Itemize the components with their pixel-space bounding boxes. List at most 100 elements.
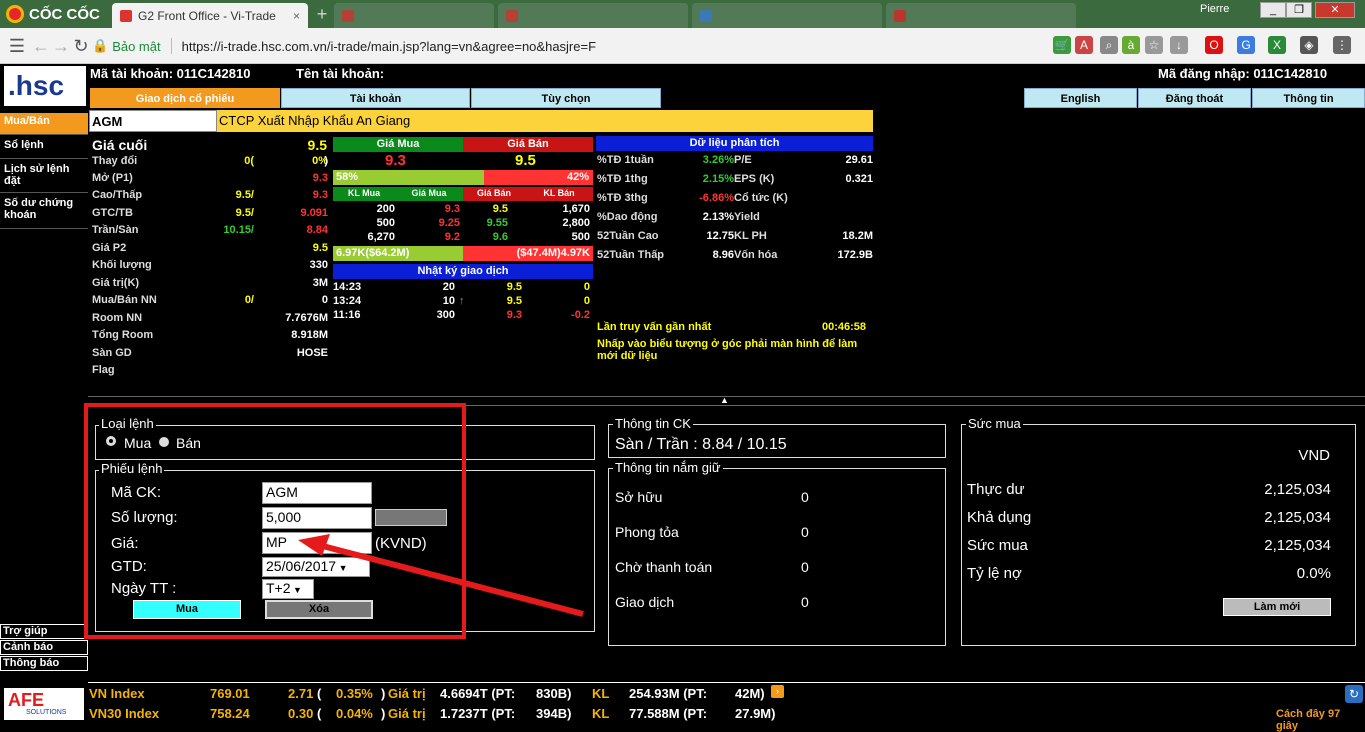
- browser-tab-active[interactable]: G2 Front Office - Vi-Trade ×: [112, 3, 308, 28]
- sidebar-item-stock-balance[interactable]: Số dư chứng khoán: [0, 195, 88, 229]
- google-translate-icon[interactable]: G: [1237, 36, 1255, 54]
- sidebar-item-help[interactable]: Trợ giúp: [0, 624, 88, 639]
- sidebar-item-buy-sell[interactable]: Mua/Bán: [0, 113, 88, 135]
- sidebar-item-order-history[interactable]: Lịch sử lệnh đặt: [0, 161, 88, 193]
- analysis-label: %TĐ 3thg: [597, 192, 648, 204]
- sidebar-item-alerts[interactable]: Cảnh báo: [0, 640, 88, 655]
- trade-price: 9.3: [506, 309, 522, 321]
- analysis-value-2: 29.61: [845, 154, 873, 166]
- excel-icon[interactable]: X: [1268, 36, 1286, 54]
- translate-icon[interactable]: A: [1075, 36, 1093, 54]
- orderbook-cell: 9.2: [444, 231, 460, 243]
- url-field[interactable]: 🔒 Bảo mật https://i-trade.hsc.com.vn/i-t…: [92, 32, 1042, 60]
- sidebar-item-notices[interactable]: Thông báo: [0, 656, 88, 671]
- orderbook-cell: 500: [376, 217, 395, 229]
- trade-time: 13:24: [333, 295, 362, 307]
- download-icon[interactable]: ↓: [1170, 36, 1188, 54]
- analysis-label-2: Yield: [734, 211, 760, 223]
- browser-tab-inactive[interactable]: [886, 3, 1076, 28]
- stock-code[interactable]: AGM: [89, 110, 217, 132]
- browser-tab-inactive[interactable]: [498, 3, 688, 28]
- minimize-icon[interactable]: _: [1260, 2, 1286, 18]
- forward-icon[interactable]: →: [50, 35, 72, 57]
- zoom-icon[interactable]: ⌕: [1100, 36, 1118, 54]
- volume-pt: 42M): [735, 686, 765, 701]
- orderbook-column-header: Giá Mua: [411, 188, 447, 198]
- back-icon[interactable]: ←: [30, 35, 52, 57]
- browser-address-bar: ☰ ← → ↻ 🔒 Bảo mật https://i-trade.hsc.co…: [0, 28, 1365, 64]
- trade-change: -0.2: [571, 309, 590, 321]
- holding-label: Giao dịch: [615, 594, 675, 610]
- collapse-arrow-icon[interactable]: ▲: [720, 395, 729, 405]
- orderbook-column-header: Giá Bán: [476, 188, 511, 198]
- holding-value: 0: [801, 594, 809, 610]
- orderbook-cell: 9.3: [444, 203, 460, 215]
- price-info-value-b: 9.5: [312, 242, 328, 254]
- browser-brand-label: CỐC CỐC: [29, 5, 100, 23]
- price-info-label: Flag: [92, 364, 115, 376]
- orderbook-cell: 9.5: [492, 203, 508, 215]
- price-info-value-a: 9.5/: [235, 189, 254, 201]
- total-buy-volume: 6.97K($64.2M): [333, 246, 463, 261]
- paren-close: ): [381, 686, 386, 701]
- menu-icon[interactable]: ☰: [6, 35, 28, 57]
- browser-profile-label[interactable]: Pierre: [1200, 3, 1229, 15]
- price-info-label: Mở (P1): [92, 172, 133, 184]
- holding-value: 0: [801, 524, 809, 540]
- volume-amount: 254.93M (PT:: [629, 686, 708, 701]
- currency-label: VND: [1298, 447, 1330, 464]
- browser-tab-bar: CỐC CỐC G2 Front Office - Vi-Trade × + P…: [0, 0, 1365, 28]
- more-menu-icon[interactable]: ⋮: [1333, 36, 1351, 54]
- tab-close-icon[interactable]: ×: [293, 9, 300, 23]
- best-buy-price: 9.3: [385, 152, 406, 169]
- browser-tab-inactive[interactable]: [334, 3, 494, 28]
- ticker-next-icon[interactable]: ›: [771, 685, 784, 698]
- refresh-button[interactable]: Làm mới: [1223, 598, 1331, 616]
- tab-favicon-icon: [120, 9, 132, 22]
- new-tab-icon[interactable]: +: [312, 4, 332, 24]
- price-info-value-b: 8.84: [306, 224, 328, 236]
- price-info-label: Thay đổi: [92, 155, 138, 167]
- tab-options[interactable]: Tùy chọn: [471, 88, 661, 108]
- tab-info[interactable]: Thông tin: [1252, 88, 1365, 108]
- browser-tab-inactive[interactable]: [692, 3, 882, 28]
- reload-icon[interactable]: ↻: [70, 35, 92, 57]
- price-info-value-a: 9.5/: [235, 207, 254, 219]
- hsc-logo-text: .hsc: [8, 70, 65, 101]
- shield-icon[interactable]: ◈: [1300, 36, 1318, 54]
- price-info-label: Giá cuối: [92, 137, 148, 153]
- cart-icon[interactable]: 🛒: [1053, 36, 1071, 54]
- font-icon[interactable]: à: [1122, 36, 1140, 54]
- annotation-arrow: [298, 534, 584, 617]
- bookmark-star-icon[interactable]: ☆: [1145, 36, 1163, 54]
- browser-tab-title: G2 Front Office - Vi-Trade: [138, 8, 276, 23]
- price-info-value-b: 9.3: [312, 189, 328, 201]
- buying-power-value: 2,125,034: [1264, 481, 1331, 498]
- secure-label: Bảo mật: [112, 38, 161, 54]
- window-close-icon[interactable]: ✕: [1315, 2, 1355, 18]
- price-info-label: Room NN: [92, 312, 143, 324]
- tab-logout[interactable]: Đăng thoát: [1138, 88, 1251, 108]
- stock-name: CTCP Xuất Nhập Khẩu An Giang: [217, 110, 873, 132]
- analysis-label-2: P/E: [734, 154, 752, 166]
- opera-icon[interactable]: O: [1205, 36, 1223, 54]
- stock-info-legend: Thông tin CK: [613, 416, 693, 431]
- price-info-label: Giá trị(K): [92, 277, 140, 289]
- sidebar-item-order-book[interactable]: Sổ lệnh: [0, 137, 88, 159]
- buy-price-header: Giá Mua: [333, 137, 463, 152]
- price-info-label: Khối lượng: [92, 259, 152, 271]
- refresh-data-icon[interactable]: ↻: [1345, 685, 1363, 703]
- volume-label: KL: [592, 686, 610, 701]
- afe-logo: AFE SOLUTIONS: [4, 688, 84, 720]
- index-name: VN Index: [89, 686, 145, 701]
- orderbook-cell: 200: [376, 203, 395, 215]
- tab-stock-trading[interactable]: Giao dịch cổ phiếu: [90, 88, 280, 108]
- maximize-icon[interactable]: ❐: [1286, 2, 1312, 18]
- tab-english[interactable]: English: [1024, 88, 1137, 108]
- tab-account[interactable]: Tài khoản: [281, 88, 470, 108]
- holdings-legend: Thông tin nắm giữ: [613, 460, 723, 475]
- analysis-label: 52Tuần Thấp: [597, 249, 665, 261]
- orderbook-cell: 9.55: [486, 217, 508, 229]
- value-amount: 1.7237T (PT:: [440, 706, 516, 721]
- trade-price: 9.5: [506, 295, 522, 307]
